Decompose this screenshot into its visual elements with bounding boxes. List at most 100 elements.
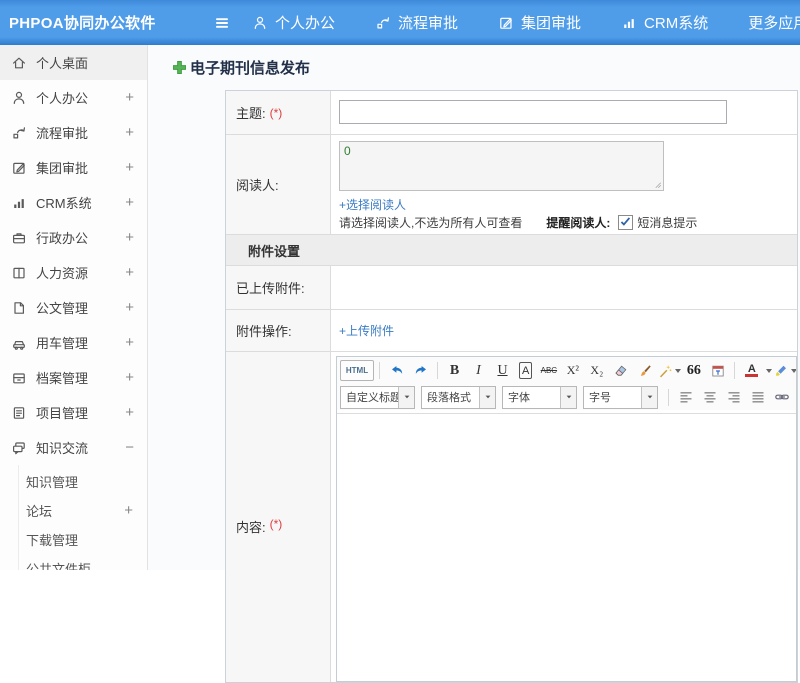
sidebar-subitem-download-management[interactable]: 下载管理 <box>19 525 147 554</box>
editor-content-area[interactable] <box>337 413 796 681</box>
sidebar-subitem-public-file-cabinet[interactable]: 公共文件柜 <box>19 554 147 570</box>
readers-hint: 请选择阅读人,不选为所有人可查看 <box>339 216 523 230</box>
redo-icon <box>413 363 429 379</box>
subject-input[interactable] <box>339 100 727 124</box>
uploaded-attachments-cell <box>331 266 797 309</box>
publish-form: 主题: (*) 阅读人: 0 +选择阅读人 请选择阅读人,不选为所有人可查看 提… <box>225 90 798 683</box>
bold-button[interactable]: B <box>443 360 466 381</box>
sidebar-item-human-resources[interactable]: 人力资源 + <box>0 255 147 290</box>
content-label: 内容: <box>236 520 266 535</box>
sidebar-item-workflow-approval[interactable]: 流程审批 + <box>0 115 147 150</box>
chevron-down-icon <box>403 393 411 401</box>
nav-crm-system[interactable]: CRM系统 <box>621 12 708 33</box>
sidebar-item-crm-system[interactable]: CRM系统 + <box>0 185 147 220</box>
align-right-button[interactable] <box>722 387 745 408</box>
sidebar-item-personal-desktop[interactable]: 个人桌面 <box>0 45 147 80</box>
link-icon <box>774 389 790 405</box>
editor-toolbar-row1: HTML B I U A ABC X² X₂ 66 A <box>337 357 796 384</box>
page-title: 电子期刊信息发布 <box>172 57 310 78</box>
align-center-button[interactable] <box>698 387 721 408</box>
sidebar-item-personal-office[interactable]: 个人办公 + <box>0 80 147 115</box>
heading-select[interactable]: 自定义标题 <box>340 385 415 409</box>
resize-grip-icon[interactable] <box>652 179 662 189</box>
required-mark: (*) <box>269 517 283 531</box>
nav-more-apps[interactable]: 更多应用 <box>748 12 800 33</box>
sidebar-item-vehicle-management[interactable]: 用车管理 + <box>0 325 147 360</box>
sidebar-subitem-knowledge-management[interactable]: 知识管理 <box>19 467 147 496</box>
sms-checkbox[interactable] <box>618 215 634 230</box>
upload-attachment-link[interactable]: +上传附件 <box>339 322 394 339</box>
attachment-actions-row: 附件操作: +上传附件 <box>226 309 797 351</box>
italic-button[interactable]: I <box>467 360 490 381</box>
home-icon <box>11 55 27 71</box>
select-readers-link[interactable]: +选择阅读人 <box>339 196 406 213</box>
app-logo: PHPOA协同办公软件 <box>9 15 156 32</box>
sidebar-item-knowledge-exchange[interactable]: 知识交流 − <box>0 430 147 465</box>
sms-checkbox-label: 短消息提示 <box>637 216 698 230</box>
undo-button[interactable] <box>385 360 408 381</box>
user-icon <box>11 90 27 106</box>
car-icon <box>11 335 27 351</box>
sidebar-item-document-management[interactable]: 公文管理 + <box>0 290 147 325</box>
html-source-button[interactable]: HTML <box>340 360 374 381</box>
main-content: 电子期刊信息发布 主题: (*) 阅读人: 0 +选择阅读人 请选择阅读人,不选… <box>148 45 800 683</box>
sidebar-item-project-management[interactable]: 项目管理 + <box>0 395 147 430</box>
sidebar-item-archive-management[interactable]: 档案管理 + <box>0 360 147 395</box>
subject-row: 主题: (*) <box>226 91 797 134</box>
app-header: PHPOA协同办公软件 个人办公 流程审批 集团审批 CRM系统 更多应用 <box>0 0 800 45</box>
format-brush-button[interactable] <box>633 360 656 381</box>
align-left-button[interactable] <box>674 387 697 408</box>
sidebar-subitem-forum[interactable]: 论坛 + <box>19 496 147 525</box>
align-left-icon <box>678 389 694 405</box>
font-style-button[interactable]: A <box>519 362 533 379</box>
document-icon <box>11 300 27 316</box>
remove-link-button[interactable] <box>794 387 796 408</box>
hamburger-icon <box>213 14 231 32</box>
subscript-button[interactable]: X₂ <box>585 360 608 381</box>
undo-icon <box>389 363 405 379</box>
align-justify-button[interactable] <box>746 387 769 408</box>
bar-chart-icon <box>11 195 27 211</box>
redo-button[interactable] <box>409 360 432 381</box>
uploaded-attachments-label: 已上传附件: <box>236 281 305 296</box>
nav-workflow-approval[interactable]: 流程审批 <box>375 12 458 33</box>
nav-group-approval[interactable]: 集团审批 <box>498 12 581 33</box>
readers-textarea[interactable]: 0 <box>339 141 664 191</box>
eraser-button[interactable] <box>609 360 632 381</box>
strikethrough-button[interactable]: ABC <box>537 360 560 381</box>
align-justify-icon <box>750 389 766 405</box>
required-mark: (*) <box>269 105 283 120</box>
chevron-down-icon <box>646 393 654 401</box>
attachment-actions-label: 附件操作: <box>236 324 292 339</box>
quick-format-button[interactable] <box>657 360 682 381</box>
paragraph-format-select[interactable]: 段落格式 <box>421 385 496 409</box>
highlight-color-button[interactable] <box>773 360 796 381</box>
readers-label: 阅读人: <box>236 178 279 193</box>
superscript-button[interactable]: X² <box>561 360 584 381</box>
remind-readers-label: 提醒阅读人: <box>546 216 611 230</box>
dropdown-caret-icon[interactable] <box>766 368 773 373</box>
insert-date-button[interactable] <box>706 360 729 381</box>
font-size-select[interactable]: 字号 <box>583 385 658 409</box>
eraser-icon <box>613 363 629 379</box>
sidebar-item-group-approval[interactable]: 集团审批 + <box>0 150 147 185</box>
sidebar-item-admin-office[interactable]: 行政办公 + <box>0 220 147 255</box>
book-icon <box>11 265 27 281</box>
briefcase-icon <box>11 230 27 246</box>
underline-button[interactable]: U <box>491 360 514 381</box>
brush-icon <box>637 363 653 379</box>
align-center-icon <box>702 389 718 405</box>
sidebar: 个人桌面 个人办公 + 流程审批 + 集团审批 + CRM系统 + 行政办公 +… <box>0 45 148 570</box>
dropdown-caret-icon <box>791 368 796 373</box>
attachments-section-header: 附件设置 <box>226 234 797 265</box>
nav-personal-office[interactable]: 个人办公 <box>252 12 335 33</box>
chevron-down-icon <box>484 393 492 401</box>
font-color-button[interactable]: A <box>740 360 763 381</box>
bar-chart-icon <box>621 15 637 31</box>
blockquote-button[interactable]: 66 <box>682 360 705 381</box>
font-family-select[interactable]: 字体 <box>502 385 577 409</box>
menu-toggle-button[interactable] <box>206 0 238 45</box>
calendar-icon <box>710 363 726 379</box>
check-icon <box>619 215 632 228</box>
insert-link-button[interactable] <box>770 387 793 408</box>
